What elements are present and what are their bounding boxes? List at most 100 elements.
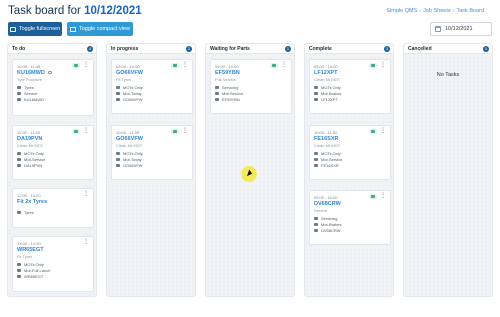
card-subtitle: Service (314, 208, 328, 213)
column-title: Waiting for Parts (210, 46, 250, 52)
task-card[interactable]: 12:00 - 13:00 ⋮ Fit 2x Tyres Tyres (12, 188, 94, 228)
card-subtitle: Fit Tyres (17, 254, 33, 259)
card-detail-text: Mot-Full Lunch (24, 267, 51, 273)
more-menu-icon[interactable]: ⋮ (380, 193, 386, 199)
toggle-compact-view-button[interactable]: Toggle compact view (67, 22, 133, 36)
card-details: Servicing Mot-Brakes DV68CRW (314, 215, 341, 233)
link-icon (47, 71, 52, 75)
task-card[interactable]: 09:00 - 10:00 ⋮ LF12XPT Clean Mr MOT MOT… (309, 59, 391, 114)
card-detail-text: Mot-Brakes (321, 90, 342, 96)
card-subtitle: Tyre Puncture (17, 77, 42, 82)
more-menu-icon[interactable]: ⋮ (83, 191, 89, 197)
column-cancelled: Cancelled 0 No Tasks (403, 43, 493, 297)
car-icon (17, 163, 21, 167)
card-detail-text: Mot-Service (24, 156, 46, 162)
card-detail-text: FE16SXR (321, 162, 339, 168)
task-card[interactable]: 13:00 - 14:30 ⋮ WR65EGT Fit Tyres MOTs O… (12, 236, 94, 292)
user-icon (314, 91, 318, 95)
link-job-sheets[interactable]: Job Sheets (423, 8, 451, 14)
column-header: Complete 3 (305, 44, 393, 54)
card-detail: EF59YBN (215, 96, 243, 102)
task-card[interactable]: 11:00 - 11:45 ⋮ DA19PVN Clean Mr MOT MOT… (12, 125, 94, 180)
card-time: 10:00 - 11:45 (17, 64, 41, 69)
status-toggle-icon[interactable] (270, 63, 278, 68)
card-subtitle: Clean Mr MOT (116, 143, 143, 148)
car-icon (116, 163, 120, 167)
date-picker[interactable]: 10/12/2021 (430, 22, 492, 36)
card-detail-text: LF12XPT (321, 96, 338, 102)
category-icon (17, 262, 21, 266)
column-complete: Complete 3 09:00 - 10:00 ⋮ LF12XPT Clean… (304, 43, 394, 297)
card-time: 10:00 - 11:00 (314, 130, 338, 135)
card-details: MOTs Only Mot-Full Lunch WR65EGT (17, 261, 50, 279)
more-menu-icon[interactable]: ⋮ (380, 62, 386, 68)
car-icon (314, 97, 318, 101)
card-title: FE16SXR (314, 136, 339, 142)
more-menu-icon[interactable]: ⋮ (83, 62, 89, 68)
link-separator: › (452, 8, 455, 14)
card-details: MOTs Only Mot-Service FE16SXR (314, 150, 342, 168)
toggle-fullscreen-button[interactable]: Toggle fullscreen (8, 22, 62, 36)
more-menu-icon[interactable]: ⋮ (380, 128, 386, 134)
card-detail-text: Servicing (222, 84, 239, 90)
link-separator: › (419, 8, 422, 14)
card-details: Tyres (17, 209, 34, 215)
more-menu-icon[interactable]: ⋮ (83, 239, 89, 245)
more-menu-icon[interactable]: ⋮ (182, 128, 188, 134)
card-title: LF12XPT (314, 70, 338, 76)
status-toggle-icon[interactable] (171, 63, 179, 68)
card-title: DV68CRW (314, 201, 341, 207)
status-toggle-icon[interactable] (369, 194, 377, 199)
category-icon (314, 216, 318, 220)
status-toggle-icon[interactable] (369, 63, 377, 68)
card-title: WR65EGT (17, 247, 44, 253)
column-title: To do (12, 46, 26, 52)
card-detail-text: Mot-Service (222, 90, 244, 96)
card-detail-text: GO66VFW (123, 96, 143, 102)
fullscreen-icon (9, 26, 16, 32)
card-detail-text: DA19PVN (24, 162, 43, 168)
page-header: Task board for 10/12/2021 Simple QMS › Job… (8, 4, 492, 20)
task-card[interactable]: 09:00 - 10:00 ⋮ GO66VFW Fit Tyres MOTs O… (111, 59, 193, 114)
car-icon (314, 163, 318, 167)
card-details: Servicing Mot-Service EF59YBN (215, 84, 243, 102)
card-title: EF59YBN (215, 70, 240, 76)
category-icon (17, 151, 21, 155)
card-time: 09:00 - 10:00 (314, 64, 338, 69)
toggle-fullscreen-label: Toggle fullscreen (18, 26, 61, 32)
status-toggle-icon[interactable] (72, 63, 80, 68)
link-task-board[interactable]: Task Board (456, 8, 484, 14)
task-card[interactable]: 09:00 - 10:00 ⋮ DV68CRW Service Servicin… (309, 190, 391, 245)
more-menu-icon[interactable]: ⋮ (281, 62, 287, 68)
card-detail-text: KU16MWD (24, 96, 45, 102)
card-time: 09:00 - 10:00 (215, 64, 239, 69)
card-details: MOTs Only Mot-Brakes LF12XPT (314, 84, 341, 102)
card-title: DA19PVN (17, 136, 43, 142)
card-detail-text: Tyres (24, 84, 34, 90)
page-title-date: 10/12/2021 (84, 5, 142, 17)
card-detail-text: MOTs Only (321, 84, 341, 90)
column-title: Complete (309, 46, 332, 52)
task-card[interactable]: 10:00 - 11:00 ⋮ GO66VFW Clean Mr MOT MOT… (111, 125, 193, 180)
compact-view-icon (69, 26, 76, 32)
status-toggle-icon[interactable] (171, 129, 179, 134)
user-icon (17, 157, 21, 161)
card-detail-text: DV68CRW (321, 227, 341, 233)
more-menu-icon[interactable]: ⋮ (83, 128, 89, 134)
page-title-prefix: Task board for (8, 5, 85, 17)
user-icon (314, 222, 318, 226)
card-time: 13:00 - 14:30 (17, 241, 41, 246)
category-icon (116, 151, 120, 155)
task-card[interactable]: 09:00 - 10:00 ⋮ EF59YBN Full Service Ser… (210, 59, 292, 114)
user-icon (17, 91, 21, 95)
status-toggle-icon[interactable] (369, 129, 377, 134)
status-toggle-icon[interactable] (72, 129, 80, 134)
card-details: MOTs Only Mot-Today GO66VFW (116, 150, 143, 168)
car-icon (314, 228, 318, 232)
card-detail: DA19PVN (17, 162, 45, 168)
link-simple-qms[interactable]: Simple QMS (386, 8, 417, 14)
task-card[interactable]: 10:00 - 11:45 ⋮ KU16MWD Tyre Puncture Ty… (12, 59, 94, 116)
more-menu-icon[interactable]: ⋮ (182, 62, 188, 68)
task-card[interactable]: 10:00 - 11:00 ⋮ FE16SXR Clean Mr MOT MOT… (309, 125, 391, 180)
card-subtitle: Clean Mr MOT (17, 143, 44, 148)
